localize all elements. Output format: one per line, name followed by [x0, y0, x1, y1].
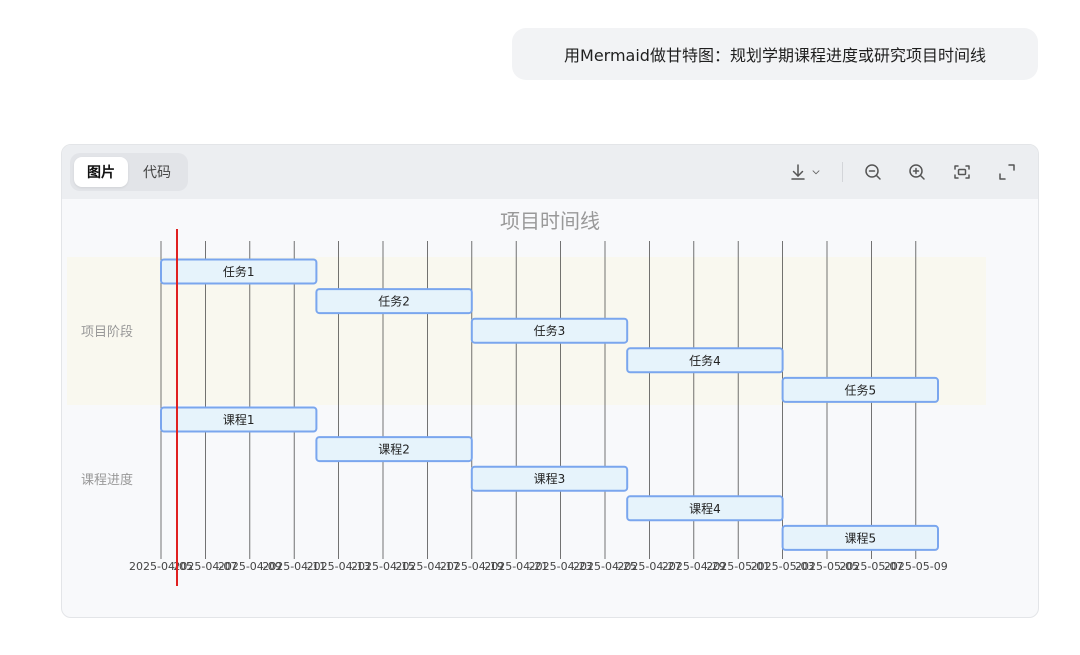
download-button[interactable]: [786, 160, 810, 184]
task-label: 课程3: [534, 471, 566, 486]
task-label: 课程1: [223, 412, 255, 427]
zoom-out-button[interactable]: [861, 160, 885, 184]
zoom-out-icon: [865, 164, 881, 180]
fit-screen-button[interactable]: [950, 160, 974, 184]
download-icon: [791, 164, 805, 180]
gantt-chart: 项目时间线项目阶段课程进度2025-04-052025-04-072025-04…: [67, 209, 986, 586]
task-label: 任务2: [378, 294, 410, 309]
task-label: 任务1: [223, 264, 255, 279]
fullscreen-icon: [999, 164, 1015, 180]
tab-image[interactable]: 图片: [74, 157, 128, 187]
x-tick-label: 2025-05-09: [884, 560, 948, 573]
tab-code[interactable]: 代码: [130, 157, 184, 187]
zoom-in-button[interactable]: [905, 160, 929, 184]
user-message-text: 用Mermaid做甘特图：规划学期课程进度或研究项目时间线: [564, 46, 986, 65]
task-label: 任务3: [534, 323, 566, 338]
download-options-button[interactable]: [808, 160, 824, 184]
zoom-in-icon: [909, 164, 925, 180]
viewer-toolbar: 图片 代码: [62, 145, 1038, 199]
fit-screen-icon: [954, 165, 970, 179]
fullscreen-button[interactable]: [995, 160, 1019, 184]
toolbar-divider: [842, 162, 843, 182]
chevron-down-icon: [812, 170, 820, 175]
task-label: 课程5: [844, 530, 876, 545]
section-label: 课程进度: [81, 472, 133, 488]
task-label: 课程4: [689, 501, 721, 516]
task-label: 任务5: [844, 382, 876, 397]
user-message-bubble: 用Mermaid做甘特图：规划学期课程进度或研究项目时间线: [512, 28, 1038, 80]
diagram-viewer-card: 图片 代码 项目时间线 项目阶段 课程进度 2025-04-05 2025-04…: [61, 144, 1039, 618]
section-label: 项目阶段: [81, 325, 133, 340]
chart-title: 项目时间线: [500, 209, 600, 233]
view-mode-tabs: 图片 代码: [70, 153, 188, 191]
task-label: 任务4: [689, 353, 721, 368]
gantt-chart-area: 项目时间线 项目阶段 课程进度 2025-04-05 2025-04-07 2025-04…: [62, 199, 1038, 617]
task-label: 课程2: [378, 442, 410, 457]
